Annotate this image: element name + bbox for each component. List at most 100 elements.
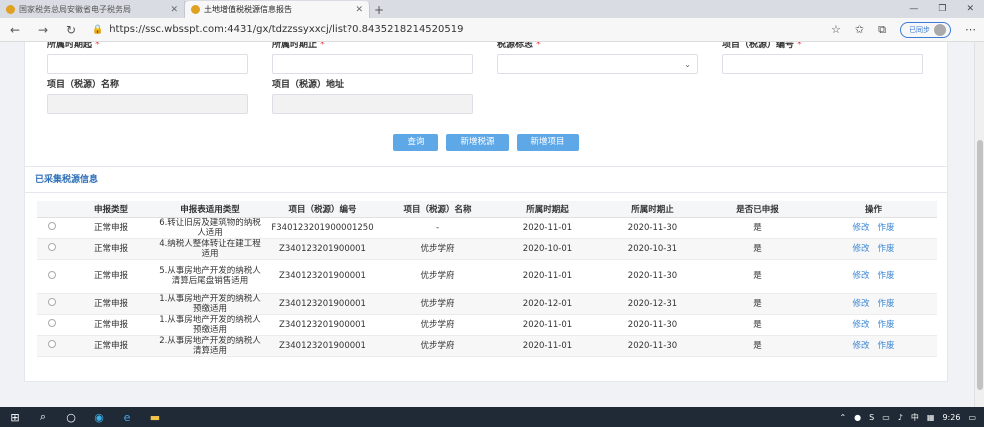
project-name-input[interactable] — [47, 94, 248, 114]
tray-app-icon[interactable]: ● — [854, 413, 861, 422]
url-field[interactable]: 🔒 https://ssc.wbsspt.com:4431/gx/tdzzssy… — [92, 24, 817, 35]
edit-link[interactable]: 修改 — [852, 244, 869, 254]
void-link[interactable]: 作废 — [878, 271, 895, 281]
project-code-cell: Z340123201900001 — [265, 238, 380, 260]
period-start-cell: 2020-11-01 — [495, 259, 600, 294]
field-label: 项目（税源）编号 — [722, 42, 795, 50]
file-explorer-icon[interactable]: ▬ — [148, 411, 162, 424]
period-start-input[interactable] — [47, 54, 248, 74]
new-tab-button[interactable]: + — [370, 1, 388, 18]
project-name-cell: 优步学府 — [380, 259, 495, 294]
minimize-icon[interactable]: — — [909, 4, 918, 14]
tray-s-label[interactable]: S — [869, 413, 874, 422]
row-radio[interactable] — [48, 340, 56, 348]
notification-icon[interactable]: ▭ — [968, 413, 976, 422]
page-scrollbar[interactable] — [974, 42, 984, 407]
form-type-cell: 5.从事房地产开发的纳税人清算后尾盘销售适用 — [155, 259, 265, 294]
add-project-button[interactable]: 新增项目 — [516, 134, 579, 151]
close-tab-icon[interactable]: ✕ — [355, 5, 363, 15]
period-start-cell: 2020-11-01 — [495, 314, 600, 336]
void-link[interactable]: 作废 — [878, 320, 895, 330]
table-row[interactable]: 正常申报 2.从事房地产开发的纳税人清算适用 Z340123201900001 … — [37, 335, 937, 357]
source-flag-select[interactable]: ⌄ — [497, 54, 698, 74]
project-code-input[interactable] — [722, 54, 923, 74]
period-end-cell: 2020-11-30 — [600, 314, 705, 336]
column-header: 是否已申报 — [705, 201, 810, 218]
browser-tab-bar: 国家税务总局安徽省电子税务局 ✕ 土地增值税税源信息报告 ✕ + — ❐ ✕ — [0, 0, 984, 18]
favorite-star-icon[interactable]: ☆ — [831, 23, 841, 36]
project-code-cell: Z340123201900001 — [265, 335, 380, 357]
required-mark: * — [536, 42, 541, 50]
add-source-button[interactable]: 新增税源 — [446, 134, 509, 151]
period-end-input[interactable] — [272, 54, 473, 74]
period-start-cell: 2020-12-01 — [495, 293, 600, 315]
form-type-cell: 6.转让旧房及建筑物的纳税人适用 — [155, 217, 265, 239]
form-type-cell: 1.从事房地产开发的纳税人预缴适用 — [155, 314, 265, 336]
row-radio[interactable] — [48, 298, 56, 306]
field-label: 所属时期止 — [272, 42, 318, 50]
field-project-address: 项目（税源）地址 — [272, 79, 473, 114]
site-favicon-icon — [6, 5, 15, 14]
edit-link[interactable]: 修改 — [852, 299, 869, 309]
void-link[interactable]: 作废 — [878, 341, 895, 351]
refresh-icon[interactable]: ↻ — [64, 23, 78, 37]
edit-link[interactable]: 修改 — [852, 341, 869, 351]
project-address-input[interactable] — [272, 94, 473, 114]
table-row[interactable]: 正常申报 4.纳税人整体转让在建工程适用 Z340123201900001 优步… — [37, 238, 937, 260]
collected-sources-panel: 已采集税源信息 申报类型 申报表适用类型 项目（税源）编号 项目（税源）名称 所… — [24, 166, 948, 382]
field-label: 项目（税源）名称 — [47, 80, 120, 90]
declared-cell: 是 — [705, 314, 810, 336]
edit-link[interactable]: 修改 — [852, 223, 869, 233]
more-menu-icon[interactable]: ⋯ — [965, 23, 976, 36]
project-name-cell: 优步学府 — [380, 314, 495, 336]
row-radio[interactable] — [48, 222, 56, 230]
project-code-cell: Z340123201900001 — [265, 259, 380, 294]
ime-indicator[interactable]: 中 — [911, 412, 919, 423]
period-start-cell: 2020-11-01 — [495, 335, 600, 357]
chevron-up-icon[interactable]: ⌃ — [839, 413, 846, 422]
windows-start-icon[interactable]: ⊞ — [8, 411, 22, 424]
scrollbar-thumb[interactable] — [977, 140, 983, 390]
close-window-icon[interactable]: ✕ — [966, 4, 974, 14]
table-row[interactable]: 正常申报 5.从事房地产开发的纳税人清算后尾盘销售适用 Z34012320190… — [37, 259, 937, 294]
table-row[interactable]: 正常申报 6.转让旧房及建筑物的纳税人适用 F34012320190000125… — [37, 217, 937, 239]
restore-icon[interactable]: ❐ — [938, 4, 946, 14]
field-project-name: 项目（税源）名称 — [47, 79, 248, 114]
table-row[interactable]: 正常申报 1.从事房地产开发的纳税人预缴适用 Z340123201900001 … — [37, 293, 937, 315]
tab-title: 国家税务总局安徽省电子税务局 — [19, 5, 131, 14]
close-tab-icon[interactable]: ✕ — [170, 5, 178, 15]
row-radio[interactable] — [48, 243, 56, 251]
site-favicon-icon — [191, 5, 200, 14]
favorites-icon[interactable]: ✩ — [855, 23, 864, 36]
back-icon[interactable]: ← — [8, 23, 22, 37]
query-button[interactable]: 查询 — [393, 134, 439, 151]
edge-browser-icon[interactable]: ◉ — [92, 411, 106, 424]
profile-button[interactable]: 已同步 — [900, 21, 951, 38]
search-icon[interactable]: ⌕ — [36, 410, 50, 424]
page-content: 所属时期起 * 所属时期止 * 税源标志 * ⌄ 项目（税源）编号 * 项目（税… — [0, 42, 984, 407]
window-controls: — ❐ ✕ — [909, 0, 984, 18]
browser-tab-active[interactable]: 土地增值税税源信息报告 ✕ — [185, 1, 370, 18]
grid-icon[interactable]: ▦ — [927, 413, 935, 422]
task-view-icon[interactable]: ○ — [64, 411, 78, 424]
collections-icon[interactable]: ⧉ — [878, 23, 886, 37]
taskbar: ⊞ ⌕ ○ ◉ e ▬ ⌃ ● S ▭ ♪ 中 ▦ 9:26 ▭ — [0, 407, 984, 427]
edit-link[interactable]: 修改 — [852, 320, 869, 330]
period-end-cell: 2020-10-31 — [600, 238, 705, 260]
network-icon[interactable]: ▭ — [882, 413, 890, 422]
table-row[interactable]: 正常申报 1.从事房地产开发的纳税人预缴适用 Z340123201900001 … — [37, 314, 937, 336]
void-link[interactable]: 作废 — [878, 223, 895, 233]
required-mark: * — [320, 42, 325, 50]
row-radio[interactable] — [48, 270, 56, 279]
row-radio[interactable] — [48, 319, 56, 327]
forward-icon[interactable]: → — [36, 23, 50, 37]
volume-icon[interactable]: ♪ — [898, 413, 903, 422]
browser-tab[interactable]: 国家税务总局安徽省电子税务局 ✕ — [0, 1, 185, 18]
void-link[interactable]: 作废 — [878, 299, 895, 309]
ie-browser-icon[interactable]: e — [120, 411, 134, 424]
void-link[interactable]: 作废 — [878, 244, 895, 254]
column-header: 项目（税源）名称 — [380, 201, 495, 218]
field-label: 税源标志 — [497, 42, 534, 50]
edit-link[interactable]: 修改 — [852, 271, 869, 281]
clock[interactable]: 9:26 — [942, 413, 960, 422]
